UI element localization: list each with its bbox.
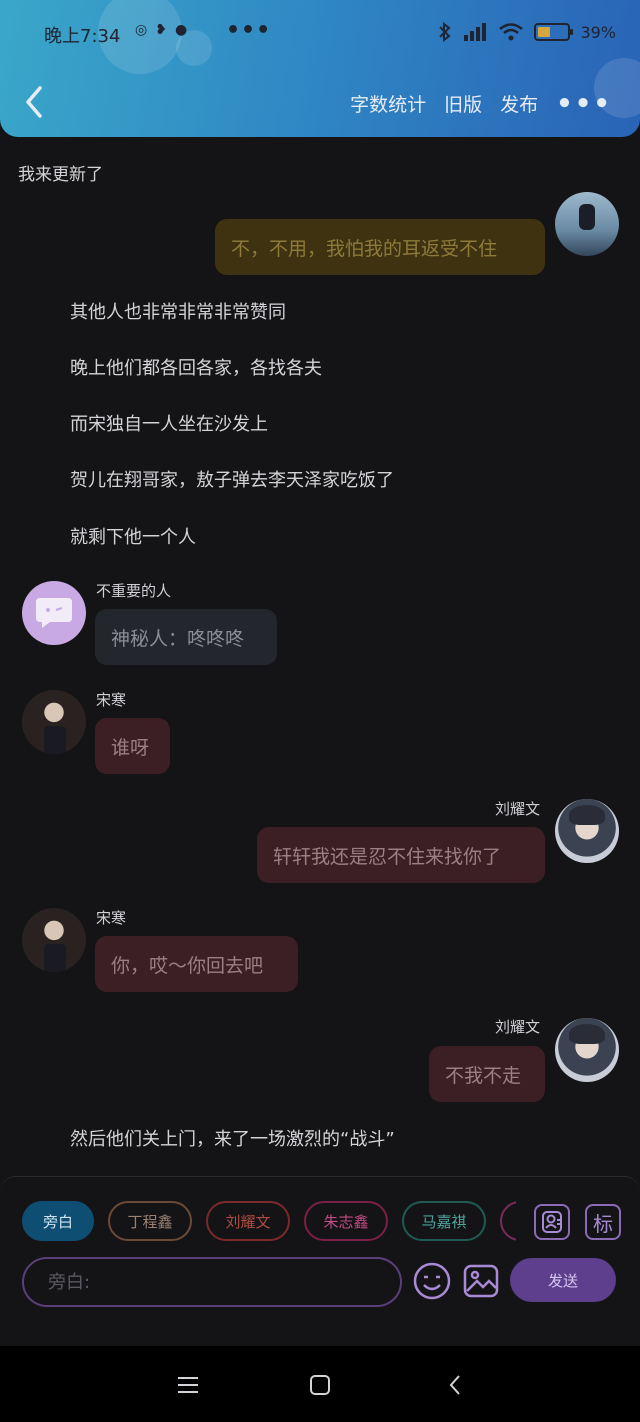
sender-name: 宋寒	[96, 691, 127, 709]
role-selector: 旁白 丁程鑫 刘耀文 朱志鑫 马嘉祺	[22, 1201, 516, 1245]
notification-icons: ◎❥●	[135, 22, 195, 38]
more-notifications-icon: •••	[226, 18, 272, 43]
top-header: 晚上7:34 ◎❥● ••• 39% 字数统计 旧版 发布 •••	[0, 0, 640, 137]
tag-button[interactable]: 标	[585, 1204, 621, 1240]
notification-icon: ◎	[135, 22, 156, 38]
role-chip[interactable]: 马嘉祺	[402, 1201, 486, 1241]
role-chip-partial[interactable]	[500, 1201, 516, 1241]
battery-percent: 39%	[580, 22, 616, 42]
header-actions: 字数统计 旧版 发布 •••	[350, 90, 612, 117]
chat-bubble-icon	[36, 598, 72, 628]
emoji-button[interactable]	[412, 1261, 452, 1301]
sender-name: 不重要的人	[96, 582, 172, 600]
status-bar: 晚上7:34 ◎❥● ••• 39%	[0, 18, 640, 52]
narration-text: 贺儿在翔哥家，敖子弹去李天泽家吃饭了	[70, 470, 394, 491]
message-bubble[interactable]: 谁呀	[95, 718, 170, 774]
back-arrow-icon	[26, 86, 42, 118]
role-chip[interactable]: 丁程鑫	[108, 1201, 192, 1241]
publish-button[interactable]: 发布	[500, 90, 538, 117]
system-nav-bar	[0, 1346, 640, 1422]
narration-text: 就剩下他一个人	[70, 527, 196, 548]
message-bubble[interactable]: 轩轩我还是忍不住来找你了	[257, 827, 545, 883]
role-chip[interactable]: 朱志鑫	[304, 1201, 388, 1241]
message-bubble[interactable]: 不我不走	[429, 1046, 545, 1102]
avatar[interactable]	[555, 799, 619, 863]
image-button[interactable]	[461, 1261, 501, 1301]
avatar[interactable]	[555, 1018, 619, 1082]
message-bubble[interactable]: 你，哎～你回去吧	[95, 936, 298, 992]
avatar[interactable]	[555, 192, 619, 256]
narration-text: 晚上他们都各回各家，各找各夫	[70, 358, 322, 379]
wifi-icon	[499, 23, 524, 41]
avatar[interactable]	[22, 581, 86, 645]
message-bubble[interactable]: 神秘人：咚咚咚	[95, 609, 277, 665]
status-time: 晚上7:34	[44, 26, 121, 47]
avatar[interactable]	[22, 908, 86, 972]
dot-icon: ●	[174, 22, 196, 38]
add-character-button[interactable]	[534, 1204, 570, 1240]
battery-icon	[534, 23, 574, 41]
sender-name: 宋寒	[96, 909, 127, 927]
menu-icon	[178, 1377, 198, 1393]
send-button[interactable]: 发送	[510, 1258, 616, 1302]
message-bubble[interactable]: 不，不用，我怕我的耳返受不住	[215, 219, 545, 275]
emoji-icon	[413, 1262, 451, 1300]
home-square-icon	[310, 1375, 330, 1395]
narration-text: 我来更新了	[18, 165, 103, 185]
menu-button[interactable]	[173, 1370, 203, 1400]
signal-icon	[464, 23, 487, 41]
system-back-button[interactable]	[440, 1370, 470, 1400]
sender-name: 刘耀文	[495, 1018, 541, 1036]
status-right: 39%	[438, 22, 616, 42]
more-options-icon[interactable]: •••	[556, 91, 612, 117]
home-button[interactable]	[305, 1370, 335, 1400]
word-count-button[interactable]: 字数统计	[350, 90, 426, 117]
old-version-button[interactable]: 旧版	[444, 90, 482, 117]
contact-card-icon	[542, 1211, 562, 1233]
back-button[interactable]	[20, 84, 50, 120]
role-chip[interactable]: 刘耀文	[206, 1201, 290, 1241]
input-panel: 旁白 丁程鑫 刘耀文 朱志鑫 马嘉祺 标 发送	[0, 1176, 640, 1346]
narration-text: 而宋独自一人坐在沙发上	[70, 414, 268, 435]
message-input[interactable]	[22, 1257, 402, 1307]
narration-text: 然后他们关上门，来了一场激烈的“战斗”	[70, 1129, 395, 1150]
back-chevron-icon	[449, 1375, 460, 1395]
role-chip-narration[interactable]: 旁白	[22, 1201, 94, 1241]
bluetooth-icon	[439, 22, 451, 42]
sender-name: 刘耀文	[495, 800, 541, 818]
narration-text: 其他人也非常非常非常赞同	[70, 302, 286, 323]
avatar[interactable]	[22, 690, 86, 754]
heart-icon: ❥	[155, 22, 175, 38]
image-icon	[463, 1264, 499, 1298]
